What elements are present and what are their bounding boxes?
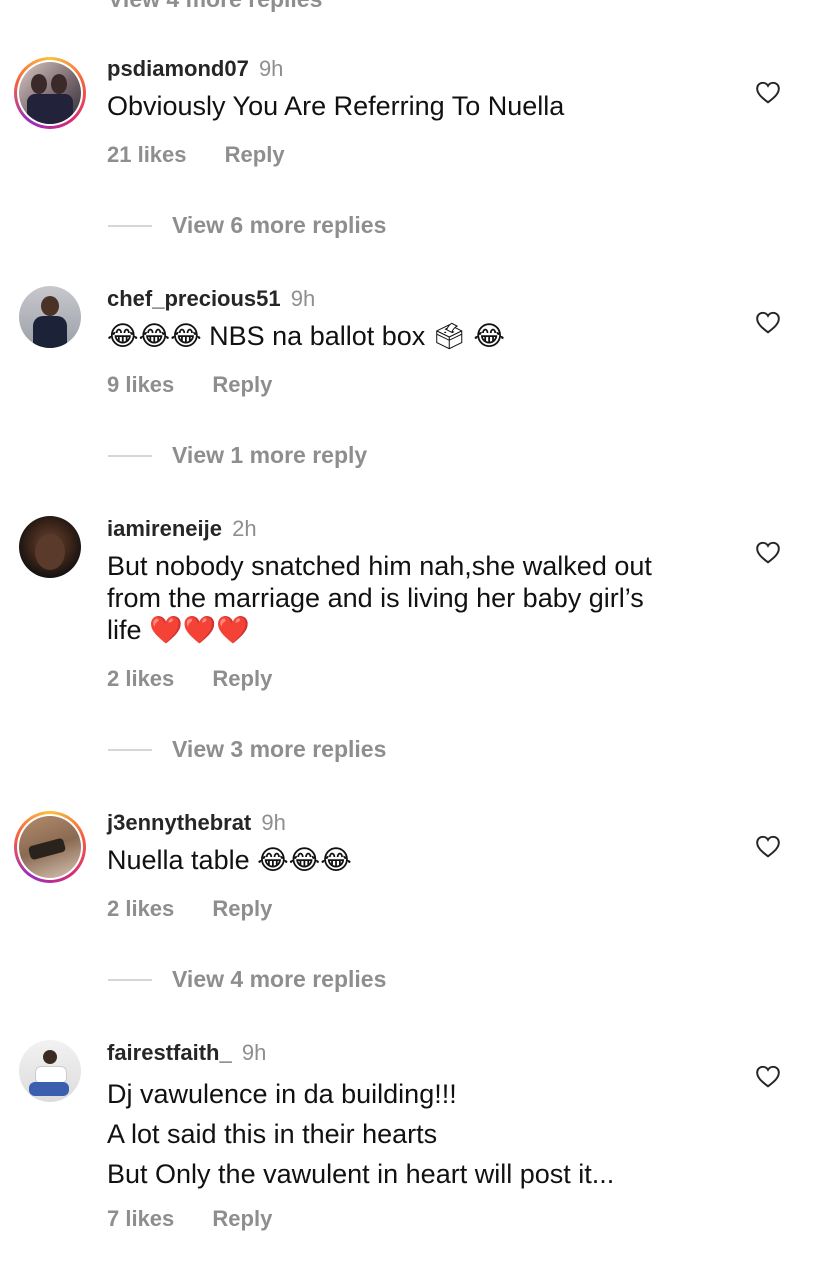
view-more-label: View 4 more replies — [108, 0, 322, 13]
avatar — [19, 816, 81, 878]
comment-text-line: Dj vawulence in da building!!! — [107, 1079, 457, 1109]
avatar-wrap[interactable] — [14, 1035, 86, 1107]
avatar-story-ring[interactable] — [14, 811, 86, 883]
likes-count[interactable]: 21 likes — [107, 142, 187, 167]
comment-text-end: 😂 — [473, 321, 505, 351]
username[interactable]: psdiamond07 — [107, 56, 249, 81]
likes-count[interactable]: 2 likes — [107, 896, 174, 921]
reply-button[interactable]: Reply — [212, 666, 272, 691]
divider-line — [108, 454, 152, 457]
comment-text: Nuella table 😂😂😂 — [107, 845, 352, 875]
avatar-story-ring[interactable] — [14, 57, 86, 129]
view-more-label: View 6 more replies — [172, 212, 387, 238]
reply-button[interactable]: Reply — [212, 1206, 272, 1231]
view-more-replies-top[interactable]: View 4 more replies — [108, 0, 322, 13]
divider-line — [108, 978, 152, 981]
likes-count[interactable]: 9 likes — [107, 372, 174, 397]
heart-outline-icon[interactable] — [755, 834, 781, 858]
username[interactable]: iamireneije — [107, 516, 222, 541]
likes-count[interactable]: 7 likes — [107, 1206, 174, 1231]
view-more-replies[interactable]: View 1 more reply — [108, 442, 367, 469]
reply-button[interactable]: Reply — [212, 896, 272, 921]
timestamp: 9h — [261, 810, 286, 835]
comment-text-line: But Only the vawulent in heart will post… — [107, 1159, 615, 1189]
view-more-label: View 1 more reply — [172, 442, 368, 468]
ballot-box-emoji: 🗳 — [432, 322, 466, 352]
reply-button[interactable]: Reply — [225, 142, 285, 167]
comment-text-line: from the marriage and is living her baby… — [107, 583, 644, 613]
timestamp: 9h — [241, 1040, 267, 1065]
username[interactable]: chef_precious51 — [107, 286, 281, 311]
comment-text-line: A lot said this in their hearts — [107, 1119, 438, 1149]
avatar — [19, 286, 81, 348]
view-more-replies[interactable]: View 4 more replies — [108, 966, 386, 993]
divider-line — [108, 748, 152, 751]
avatar — [19, 62, 81, 124]
username[interactable]: j3ennythebrat — [107, 810, 251, 835]
view-more-replies[interactable]: View 3 more replies — [108, 736, 386, 763]
avatar-wrap[interactable] — [14, 511, 86, 583]
heart-outline-icon[interactable] — [755, 1064, 781, 1088]
likes-count[interactable]: 2 likes — [107, 666, 174, 691]
avatar-wrap[interactable] — [14, 281, 86, 353]
view-more-label: View 4 more replies — [172, 966, 387, 992]
view-more-replies[interactable]: View 6 more replies — [108, 212, 386, 239]
comment-text-line: life ❤️❤️❤️ — [107, 615, 250, 645]
heart-outline-icon[interactable] — [755, 310, 781, 334]
timestamp: 2h — [232, 516, 257, 541]
reply-button[interactable]: Reply — [212, 372, 272, 397]
divider-line — [108, 224, 152, 227]
timestamp: 9h — [290, 286, 316, 311]
heart-outline-icon[interactable] — [755, 80, 781, 104]
view-more-label: View 3 more replies — [172, 736, 387, 762]
username[interactable]: fairestfaith_ — [107, 1040, 232, 1065]
avatar — [19, 516, 81, 578]
comment-text: Obviously You Are Referring To Nuella — [107, 91, 565, 121]
comment-text: 😂😂😂 NBS na ballot box — [107, 321, 426, 351]
comment-text-line: But nobody snatched him nah,she walked o… — [107, 551, 652, 581]
heart-outline-icon[interactable] — [755, 540, 781, 564]
avatar — [19, 1040, 81, 1102]
timestamp: 9h — [258, 56, 284, 81]
